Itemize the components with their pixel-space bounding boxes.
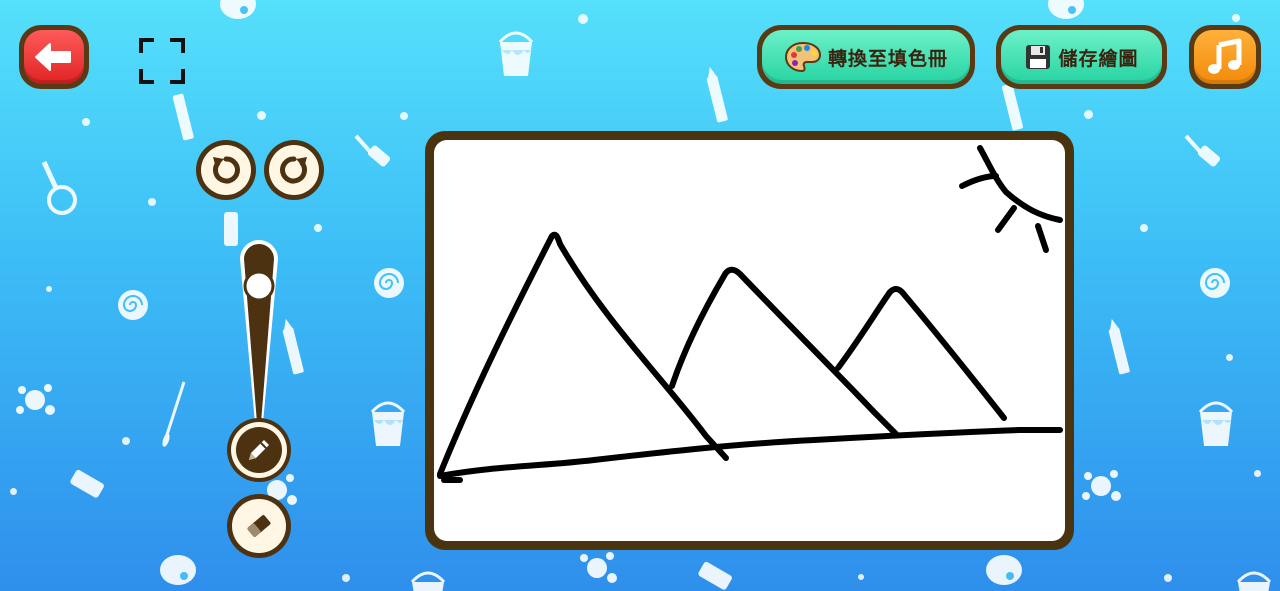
undo-button[interactable] — [196, 140, 256, 200]
pen-button-face — [236, 427, 282, 473]
swirl-icon — [374, 268, 404, 298]
paint-bucket-icon — [1236, 571, 1272, 591]
mountain-stroke-2 — [669, 266, 899, 437]
decor-dot — [122, 437, 130, 445]
decor-dot — [858, 574, 864, 580]
decor-dot — [1164, 574, 1172, 582]
decor-dot — [148, 198, 156, 206]
decor-dot — [46, 286, 52, 292]
brush-size-track — [240, 240, 278, 423]
music-note-icon — [1208, 38, 1242, 74]
sun-ray-stroke — [995, 205, 1017, 233]
ground-stroke — [437, 427, 1063, 479]
back-button-face — [24, 30, 84, 84]
convert-to-coloring-book-button[interactable]: 轉換至填色冊 — [757, 25, 975, 89]
swirl-icon — [1200, 268, 1230, 298]
palette-icon — [1048, 0, 1084, 19]
eraser-button-face — [232, 499, 286, 553]
crayon-icon — [706, 66, 728, 123]
save-drawing-button[interactable]: 儲存繪圖 — [996, 25, 1167, 89]
paint-bucket-icon — [410, 571, 446, 591]
paint-splat-icon — [580, 552, 617, 583]
decor-dot — [578, 14, 588, 24]
sun-ray-stroke — [959, 173, 999, 189]
palette-icon — [986, 555, 1022, 585]
drawing-canvas[interactable] — [434, 140, 1065, 541]
decor-dot — [1140, 224, 1148, 232]
paint-tube-icon — [698, 561, 732, 590]
save-button-face: 儲存繪圖 — [1001, 30, 1162, 84]
pen-button-ring — [231, 422, 287, 478]
decor-dot — [1232, 14, 1240, 22]
decor-dot — [10, 488, 17, 495]
palette-icon — [160, 555, 196, 585]
paint-roller-icon — [1184, 134, 1221, 167]
convert-button-face: 轉換至填色冊 — [762, 30, 970, 84]
sun-ray-stroke — [1035, 223, 1049, 253]
crayon-icon — [172, 93, 194, 141]
paint-bucket-icon — [370, 401, 406, 446]
decor-dot — [400, 112, 408, 120]
brush-size-handle[interactable] — [243, 270, 275, 302]
redo-icon — [280, 156, 307, 184]
floppy-disk-icon — [1026, 45, 1051, 69]
fullscreen-button[interactable] — [138, 37, 186, 85]
undo-icon — [213, 156, 240, 184]
redo-button-face — [269, 145, 319, 195]
drawing-canvas-frame — [425, 131, 1074, 550]
paintbrush-icon — [162, 381, 186, 447]
undo-button-face — [201, 145, 251, 195]
decor-dot — [82, 118, 90, 126]
palette-icon — [220, 0, 256, 19]
decor-dot — [1226, 354, 1233, 361]
decor-dot — [342, 574, 350, 582]
redo-button[interactable] — [264, 140, 324, 200]
paint-bucket-icon — [1198, 401, 1234, 446]
paint-bucket-icon — [498, 31, 534, 76]
fullscreen-icon — [139, 38, 185, 84]
music-button-face — [1194, 30, 1256, 84]
sun-arc-stroke — [977, 145, 1063, 223]
save-button-label: 儲存繪圖 — [1058, 47, 1139, 70]
back-button[interactable] — [19, 25, 89, 89]
paint-roller-icon — [354, 134, 391, 167]
decor-dot — [1254, 470, 1261, 477]
music-toggle-button[interactable] — [1189, 25, 1261, 89]
pencil-icon — [249, 440, 269, 460]
crayon-icon — [1108, 318, 1130, 375]
back-arrow-icon — [35, 43, 71, 71]
brush-size-slider[interactable] — [237, 237, 281, 427]
decor-dot — [314, 224, 322, 232]
paint-splat-icon — [1082, 470, 1121, 501]
decor-dot — [1084, 110, 1093, 119]
magnifier-icon — [41, 160, 77, 215]
palette-icon — [784, 41, 821, 73]
drawing-strokes — [437, 145, 1063, 483]
swirl-icon — [118, 290, 148, 320]
pen-tool-button[interactable] — [227, 418, 291, 482]
convert-button-label: 轉換至填色冊 — [827, 47, 948, 70]
crayon-icon — [282, 318, 304, 375]
paint-splat-icon — [16, 384, 55, 415]
eraser-tool-button[interactable] — [227, 494, 291, 558]
paint-tube-icon — [70, 469, 104, 498]
eraser-icon — [247, 515, 271, 537]
decor-dot — [257, 111, 266, 120]
